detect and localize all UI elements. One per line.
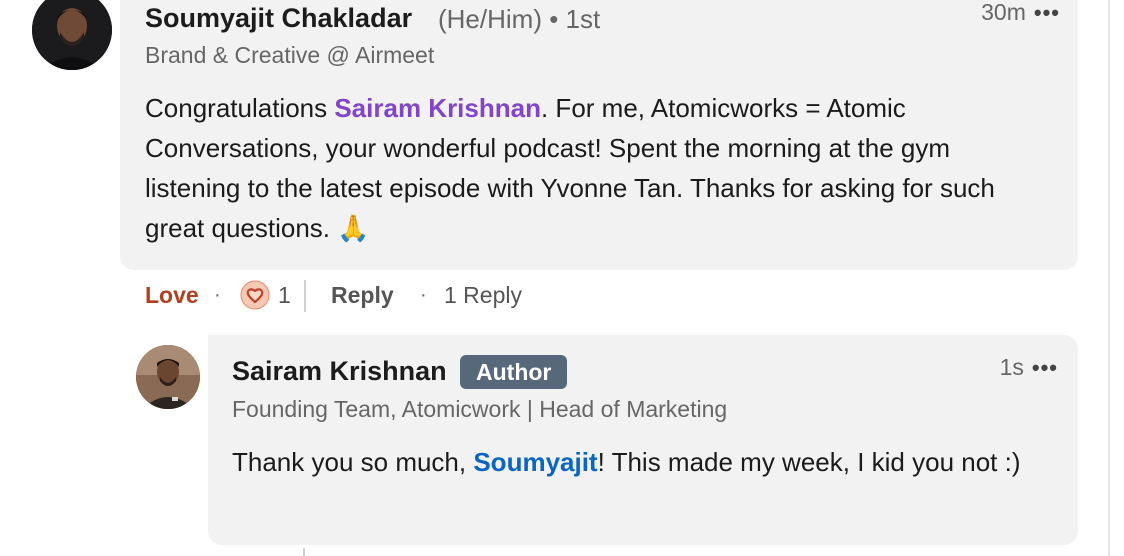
reaction-count[interactable]: 1 — [278, 282, 291, 309]
author-badge: Author — [460, 355, 568, 389]
reply-meta: 1s ••• — [1000, 354, 1058, 381]
avatar-sairam[interactable] — [136, 345, 200, 409]
person-avatar-icon — [136, 345, 200, 409]
pronouns-text: (He/Him) — [438, 4, 542, 34]
love-reaction-icon[interactable] — [240, 280, 270, 310]
reply-author-headline: Founding Team, Atomicwork | Head of Mark… — [232, 396, 728, 422]
reply-count-link[interactable]: 1 Reply — [444, 282, 522, 309]
connection-degree: • 1st — [549, 4, 601, 34]
scrollbar-track[interactable] — [1108, 0, 1124, 556]
action-divider — [304, 280, 306, 312]
reply-author-name[interactable]: Sairam Krishnan — [232, 356, 447, 387]
comment-author-name[interactable]: Soumyajit Chakladar — [145, 3, 412, 34]
thread-line — [303, 548, 305, 556]
comment-body: Congratulations Sairam Krishnan. For me,… — [145, 88, 1045, 248]
reply-timestamp: 1s — [999, 354, 1024, 380]
folded-hands-icon: 🙏 — [337, 213, 370, 243]
reply-body: Thank you so much, Soumyajit! This made … — [232, 442, 1052, 482]
more-options-icon[interactable]: ••• — [1032, 355, 1058, 381]
action-separator: · — [214, 284, 221, 306]
reply-text-end: ! This made my week, I kid you not :) — [597, 447, 1021, 477]
comment-author-pronouns: (He/Him) • 1st — [438, 4, 600, 35]
comment-timestamp: 30m — [981, 0, 1026, 25]
action-separator: · — [420, 284, 427, 306]
comment-thread: Soumyajit Chakladar (He/Him) • 1st Brand… — [0, 0, 1124, 556]
comment-author-headline: Brand & Creative @ Airmeet — [145, 42, 435, 68]
comment-text-start: Congratulations — [145, 93, 335, 123]
mention-sairam[interactable]: Sairam Krishnan — [334, 93, 541, 123]
mention-soumyajit[interactable]: Soumyajit — [473, 447, 597, 477]
reply-button[interactable]: Reply — [331, 282, 394, 309]
person-avatar-icon — [32, 0, 112, 70]
love-reaction-button[interactable]: Love — [145, 282, 199, 309]
reply-text-start: Thank you so much, — [232, 447, 474, 477]
avatar-soumyajit[interactable] — [32, 0, 112, 70]
comment-meta: 30m ••• — [981, 0, 1060, 26]
more-options-icon[interactable]: ••• — [1034, 0, 1060, 26]
